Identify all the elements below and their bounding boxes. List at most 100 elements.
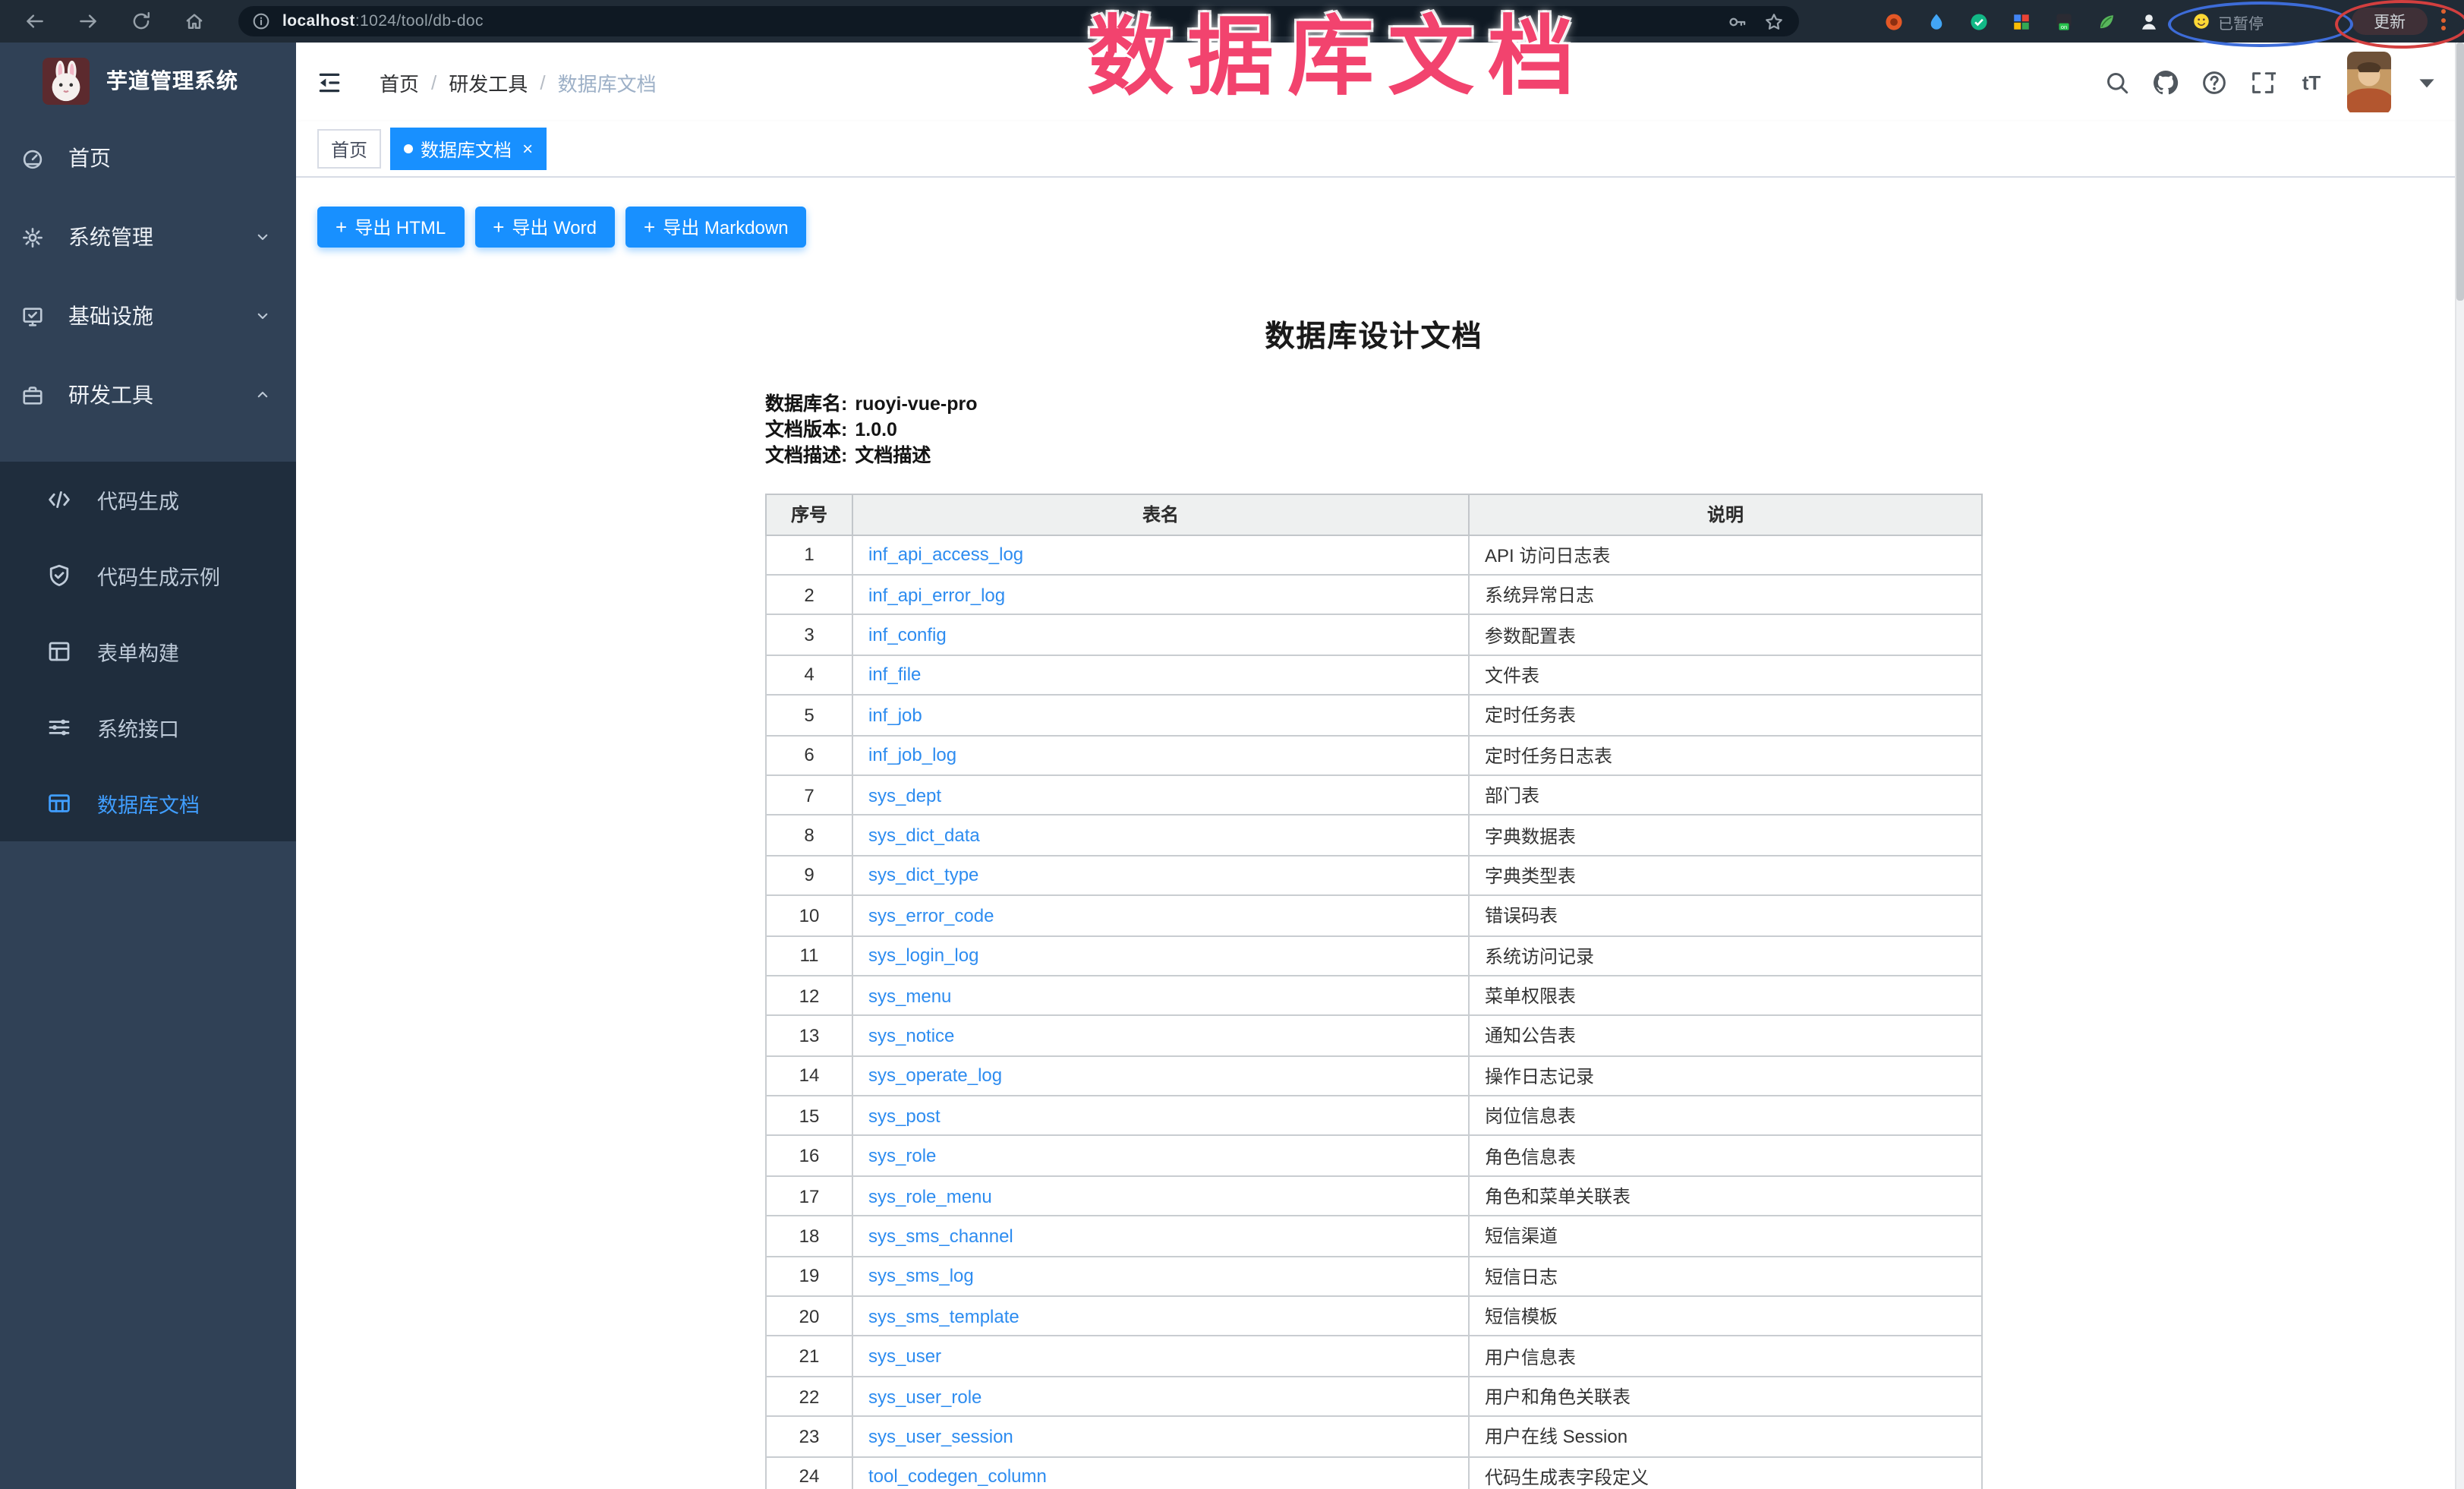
table-name-link[interactable]: inf_api_error_log — [868, 584, 1005, 605]
table-row: 23sys_user_session用户在线 Session — [766, 1416, 1982, 1456]
export-button-1[interactable]: +导出 Word — [474, 207, 615, 248]
sidebar-subitem-label: 表单构建 — [97, 636, 179, 667]
annotation-overlay-text: 数据库文档 — [1087, 3, 1588, 112]
white-person-extension-icon[interactable] — [2139, 11, 2159, 31]
sidebar-item-基础设施[interactable]: 基础设施 — [0, 276, 296, 355]
export-button-2[interactable]: +导出 Markdown — [625, 207, 807, 248]
table-name-cell: inf_api_error_log — [852, 575, 1469, 615]
table-desc-cell: 菜单权限表 — [1469, 976, 1982, 1016]
on-badge-extension-icon[interactable]: on — [2054, 11, 2074, 31]
table-name-link[interactable]: inf_api_access_log — [868, 544, 1023, 566]
orange-ball-extension-icon[interactable] — [1884, 11, 1904, 31]
extension-paused-badge[interactable]: 已暂停 — [2182, 8, 2274, 35]
table-name-link[interactable]: sys_notice — [868, 1025, 954, 1046]
home-icon[interactable] — [184, 11, 205, 32]
green-leaf-extension-icon[interactable] — [2097, 11, 2116, 31]
row-number: 20 — [766, 1296, 852, 1336]
reload-icon[interactable] — [131, 11, 152, 32]
table-name-link[interactable]: sys_menu — [868, 985, 951, 1006]
page-scrollbar[interactable] — [2455, 43, 2464, 1489]
app-logo[interactable]: 芋道管理系统 — [0, 43, 296, 118]
table-name-link[interactable]: inf_job — [868, 705, 922, 726]
table-name-link[interactable]: sys_sms_template — [868, 1305, 1019, 1327]
column-header: 表名 — [852, 494, 1469, 535]
back-icon[interactable] — [24, 11, 46, 32]
browser-menu-icon[interactable] — [2441, 9, 2446, 30]
sidebar-subitem-系统接口[interactable]: 系统接口 — [0, 689, 296, 765]
breadcrumb: 首页/研发工具/数据库文档 — [380, 68, 657, 96]
key-icon[interactable] — [1728, 11, 1747, 31]
table-name-cell: sys_user_role — [852, 1377, 1469, 1417]
star-icon[interactable] — [1764, 11, 1784, 31]
table-name-cell: sys_dict_type — [852, 855, 1469, 895]
table-row: 5inf_job定时任务表 — [766, 695, 1982, 735]
table-row: 18sys_sms_channel短信渠道 — [766, 1216, 1982, 1257]
sidebar-item-研发工具[interactable]: 研发工具 — [0, 355, 296, 434]
table-name-link[interactable]: inf_job_log — [868, 745, 956, 766]
row-number: 4 — [766, 655, 852, 696]
sidebar-item-首页[interactable]: 首页 — [0, 118, 296, 197]
table-name-link[interactable]: tool_codegen_column — [868, 1466, 1047, 1487]
table-name-link[interactable]: sys_role_menu — [868, 1185, 992, 1207]
forward-icon[interactable] — [77, 11, 99, 32]
table-name-cell: inf_file — [852, 655, 1469, 696]
table-name-link[interactable]: sys_user_session — [868, 1426, 1013, 1447]
table-name-link[interactable]: sys_sms_channel — [868, 1226, 1013, 1247]
table-name-link[interactable]: sys_dept — [868, 784, 941, 806]
search-icon[interactable] — [2104, 69, 2130, 95]
table-row: 8sys_dict_data字典数据表 — [766, 815, 1982, 856]
row-number: 19 — [766, 1256, 852, 1296]
table-name-link[interactable]: sys_post — [868, 1106, 941, 1127]
github-icon[interactable] — [2153, 69, 2179, 95]
table-desc-cell: 部门表 — [1469, 775, 1982, 815]
table-name-link[interactable]: sys_sms_log — [868, 1266, 974, 1287]
table-name-link[interactable]: sys_role — [868, 1145, 936, 1166]
table-name-link[interactable]: sys_user_role — [868, 1386, 982, 1407]
tab-数据库文档[interactable]: 数据库文档× — [390, 128, 547, 170]
breadcrumb-item[interactable]: 研发工具 — [449, 68, 528, 96]
collapse-sidebar-icon[interactable] — [314, 69, 345, 95]
color-grid-extension-icon[interactable] — [2012, 11, 2031, 31]
sidebar-item-label: 系统管理 — [68, 222, 153, 252]
fullscreen-icon[interactable] — [2250, 69, 2276, 95]
table-name-link[interactable]: inf_file — [868, 664, 921, 686]
table-name-link[interactable]: sys_operate_log — [868, 1065, 1002, 1087]
sidebar-subitem-表单构建[interactable]: 表单构建 — [0, 614, 296, 689]
doc-meta-line: 文档版本:1.0.0 — [765, 418, 1983, 443]
sidebar-item-label: 基础设施 — [68, 301, 153, 331]
green-check-extension-icon[interactable] — [1969, 11, 1989, 31]
sliders-icon — [47, 715, 71, 740]
help-icon[interactable] — [2201, 69, 2227, 95]
caret-down-icon[interactable] — [2414, 69, 2440, 95]
user-avatar[interactable] — [2347, 51, 2391, 113]
table-row: 10sys_error_code错误码表 — [766, 895, 1982, 935]
browser-update-button[interactable]: 更新 — [2352, 8, 2428, 35]
table-name-link[interactable]: sys_login_log — [868, 945, 978, 966]
info-icon[interactable] — [252, 12, 270, 30]
table-desc-cell: 通知公告表 — [1469, 1016, 1982, 1056]
blue-drop-extension-icon[interactable] — [1927, 11, 1946, 31]
tab-首页[interactable]: 首页 — [317, 129, 381, 169]
breadcrumb-item[interactable]: 首页 — [380, 68, 419, 96]
table-name-link[interactable]: inf_config — [868, 624, 947, 645]
table-name-link[interactable]: sys_dict_data — [868, 825, 980, 846]
app-root: localhost:1024/tool/db-doc on 已暂停 更新 芋道管… — [0, 0, 2464, 1489]
table-row: 16sys_role角色信息表 — [766, 1136, 1982, 1176]
table-name-link[interactable]: sys_user — [868, 1345, 941, 1367]
export-button-0[interactable]: +导出 HTML — [317, 207, 464, 248]
table-desc-cell: 错误码表 — [1469, 895, 1982, 935]
scrollbar-thumb[interactable] — [2456, 43, 2464, 301]
sidebar-item-label: 研发工具 — [68, 380, 153, 410]
sidebar-subitem-数据库文档[interactable]: 数据库文档 — [0, 765, 296, 841]
browser-nav-buttons — [0, 11, 205, 32]
sidebar-subitem-代码生成示例[interactable]: 代码生成示例 — [0, 538, 296, 614]
row-number: 5 — [766, 695, 852, 735]
sidebar-subitem-代码生成[interactable]: 代码生成 — [0, 462, 296, 538]
table-name-link[interactable]: sys_dict_type — [868, 865, 978, 886]
table-name-cell: sys_user — [852, 1336, 1469, 1377]
row-number: 16 — [766, 1136, 852, 1176]
table-name-link[interactable]: sys_error_code — [868, 905, 994, 926]
font-size-icon[interactable]: tT — [2299, 69, 2324, 95]
close-tab-icon[interactable]: × — [522, 140, 533, 158]
sidebar-item-系统管理[interactable]: 系统管理 — [0, 197, 296, 276]
